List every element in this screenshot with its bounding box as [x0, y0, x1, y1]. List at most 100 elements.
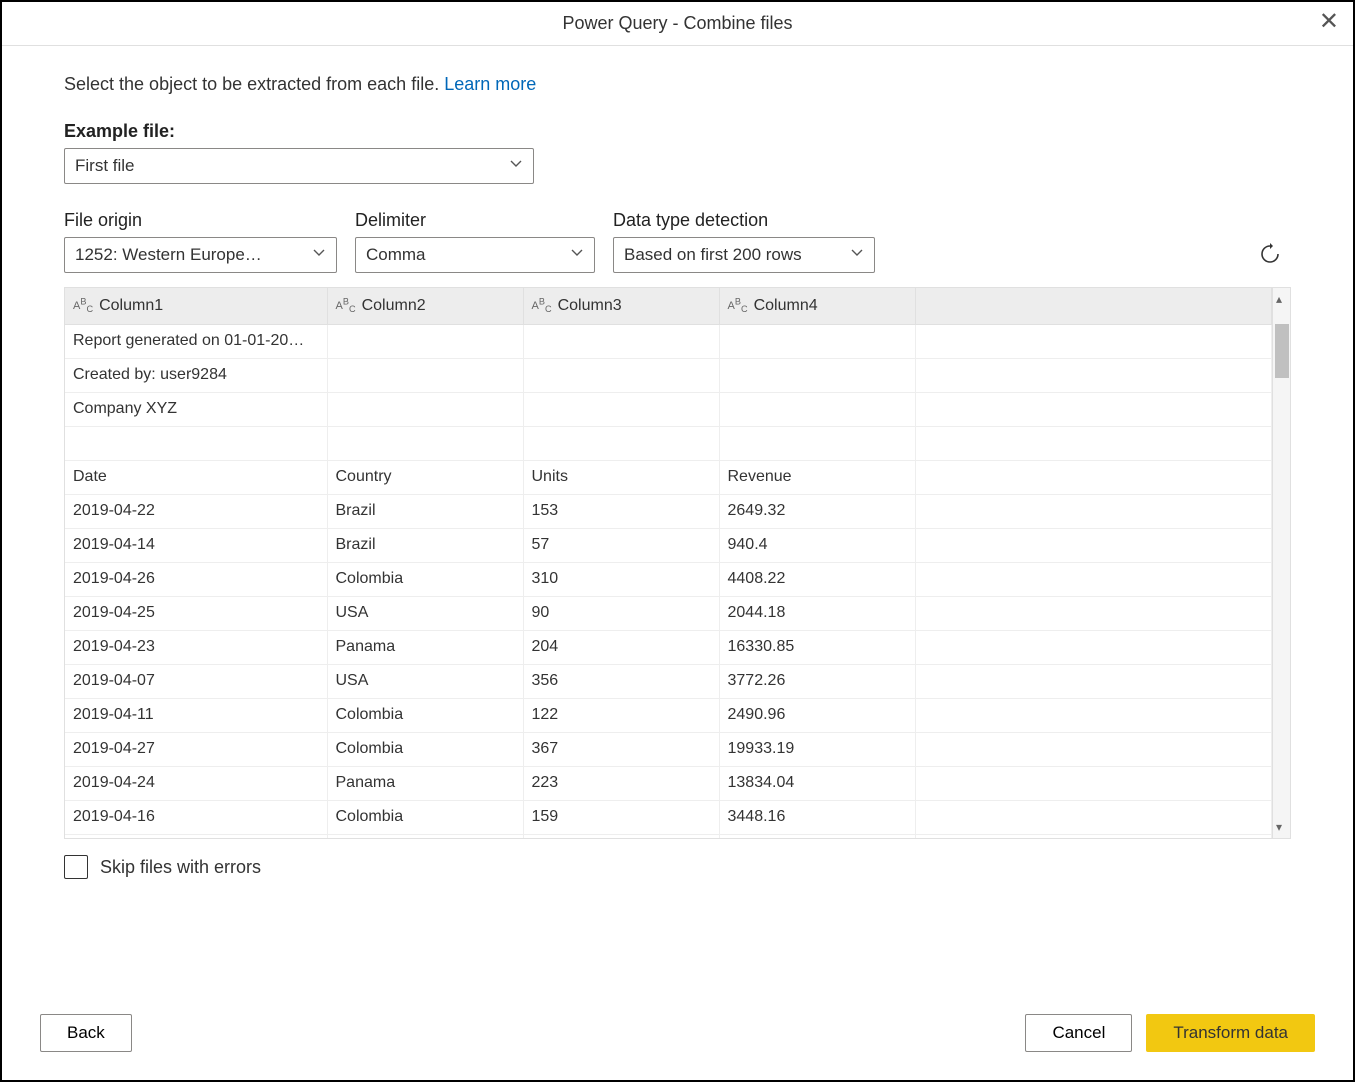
cell	[523, 426, 719, 460]
cell: 258	[523, 834, 719, 838]
cell	[719, 392, 915, 426]
close-icon[interactable]: ✕	[1319, 10, 1339, 34]
data-type-detection-group: Data type detection Based on first 200 r…	[613, 210, 875, 273]
cell: 3772.26	[719, 664, 915, 698]
cell	[915, 324, 1272, 358]
cell: 223	[523, 766, 719, 800]
cell: 204	[523, 630, 719, 664]
text-type-icon: ABC	[728, 300, 748, 312]
cell: 2019-04-11	[65, 698, 327, 732]
options-row: File origin 1252: Western Europe… Delimi…	[64, 210, 1291, 273]
col-label: Column1	[99, 297, 163, 314]
scroll-down-icon[interactable]: ▾	[1276, 820, 1282, 834]
refresh-icon[interactable]	[1257, 241, 1283, 267]
table-row[interactable]: 2019-04-23Panama20416330.85	[65, 630, 1272, 664]
col-header[interactable]: ABCColumn3	[523, 288, 719, 324]
file-origin-dropdown[interactable]: 1252: Western Europe…	[64, 237, 337, 273]
table-row[interactable]	[65, 426, 1272, 460]
intro-text: Select the object to be extracted from e…	[64, 74, 1291, 95]
col-label: Column2	[362, 297, 426, 314]
dialog-footer: Back Cancel Transform data	[2, 994, 1353, 1080]
cell: Units	[523, 460, 719, 494]
table-row[interactable]: Created by: user9284	[65, 358, 1272, 392]
col-header[interactable]: ABCColumn2	[327, 288, 523, 324]
table-row[interactable]: Report generated on 01-01-20…	[65, 324, 1272, 358]
col-header-empty	[915, 288, 1272, 324]
preview-table: ABCColumn1 ABCColumn2 ABCColumn3 ABCColu…	[65, 288, 1272, 838]
cell: Company XYZ	[65, 392, 327, 426]
cancel-button[interactable]: Cancel	[1025, 1014, 1132, 1052]
cell	[719, 426, 915, 460]
chevron-down-icon	[509, 156, 523, 176]
cell: Revenue	[719, 460, 915, 494]
cell	[915, 630, 1272, 664]
cell	[523, 392, 719, 426]
cell: 2019-04-14	[65, 528, 327, 562]
table-row[interactable]: DateCountryUnitsRevenue	[65, 460, 1272, 494]
cell: Canada	[327, 834, 523, 838]
cell	[915, 664, 1272, 698]
text-type-icon: ABC	[73, 300, 93, 312]
cell: Colombia	[327, 562, 523, 596]
cell	[915, 358, 1272, 392]
data-type-detection-dropdown[interactable]: Based on first 200 rows	[613, 237, 875, 273]
cell: 16330.85	[719, 630, 915, 664]
skip-errors-checkbox[interactable]	[64, 855, 88, 879]
cell: Colombia	[327, 800, 523, 834]
cell	[915, 766, 1272, 800]
chevron-down-icon	[570, 245, 584, 265]
cell	[915, 732, 1272, 766]
table-row[interactable]: 2019-04-14Brazil57940.4	[65, 528, 1272, 562]
cell	[915, 494, 1272, 528]
table-row[interactable]: 2019-04-11Colombia1222490.96	[65, 698, 1272, 732]
cell	[915, 460, 1272, 494]
cell: 153	[523, 494, 719, 528]
cell: Date	[65, 460, 327, 494]
dialog-title: Power Query - Combine files	[562, 13, 792, 34]
col-header[interactable]: ABC Column4	[719, 288, 915, 324]
scrollbar[interactable]: ▴ ▾	[1272, 288, 1290, 838]
cell: 2019-04-08	[65, 834, 327, 838]
cell	[719, 358, 915, 392]
table-row[interactable]: 2019-04-25USA902044.18	[65, 596, 1272, 630]
cell: 19933.19	[719, 732, 915, 766]
cell: 2649.32	[719, 494, 915, 528]
cell: 2019-04-25	[65, 596, 327, 630]
scroll-thumb[interactable]	[1275, 324, 1289, 378]
cell	[65, 426, 327, 460]
cell: 14601.34	[719, 834, 915, 838]
table-row[interactable]: 2019-04-08Canada25814601.34	[65, 834, 1272, 838]
table-row[interactable]: 2019-04-24Panama22313834.04	[65, 766, 1272, 800]
file-origin-value: 1252: Western Europe…	[75, 245, 262, 265]
cell	[915, 562, 1272, 596]
table-row[interactable]: 2019-04-27Colombia36719933.19	[65, 732, 1272, 766]
skip-errors-label: Skip files with errors	[100, 857, 261, 878]
cell	[915, 392, 1272, 426]
table-row[interactable]: 2019-04-26Colombia3104408.22	[65, 562, 1272, 596]
cell: Colombia	[327, 732, 523, 766]
back-button[interactable]: Back	[40, 1014, 132, 1052]
cell: 90	[523, 596, 719, 630]
table-row[interactable]: 2019-04-22Brazil1532649.32	[65, 494, 1272, 528]
col-label: Column4	[754, 297, 818, 314]
cell: USA	[327, 596, 523, 630]
table-row[interactable]: Company XYZ	[65, 392, 1272, 426]
cell: 356	[523, 664, 719, 698]
scroll-up-icon[interactable]: ▴	[1276, 292, 1282, 306]
cell	[915, 698, 1272, 732]
transform-data-button[interactable]: Transform data	[1146, 1014, 1315, 1052]
cell: Report generated on 01-01-20…	[65, 324, 327, 358]
cell	[327, 358, 523, 392]
col-header[interactable]: ABC Column1	[65, 288, 327, 324]
cell: 2019-04-22	[65, 494, 327, 528]
table-row[interactable]: 2019-04-16Colombia1593448.16	[65, 800, 1272, 834]
cell: Colombia	[327, 698, 523, 732]
cell: Country	[327, 460, 523, 494]
learn-more-link[interactable]: Learn more	[444, 74, 536, 94]
example-file-dropdown[interactable]: First file	[64, 148, 534, 184]
table-row[interactable]: 2019-04-07USA3563772.26	[65, 664, 1272, 698]
delimiter-dropdown[interactable]: Comma	[355, 237, 595, 273]
cell	[915, 834, 1272, 838]
cell	[915, 528, 1272, 562]
col-label: Column3	[558, 297, 622, 314]
